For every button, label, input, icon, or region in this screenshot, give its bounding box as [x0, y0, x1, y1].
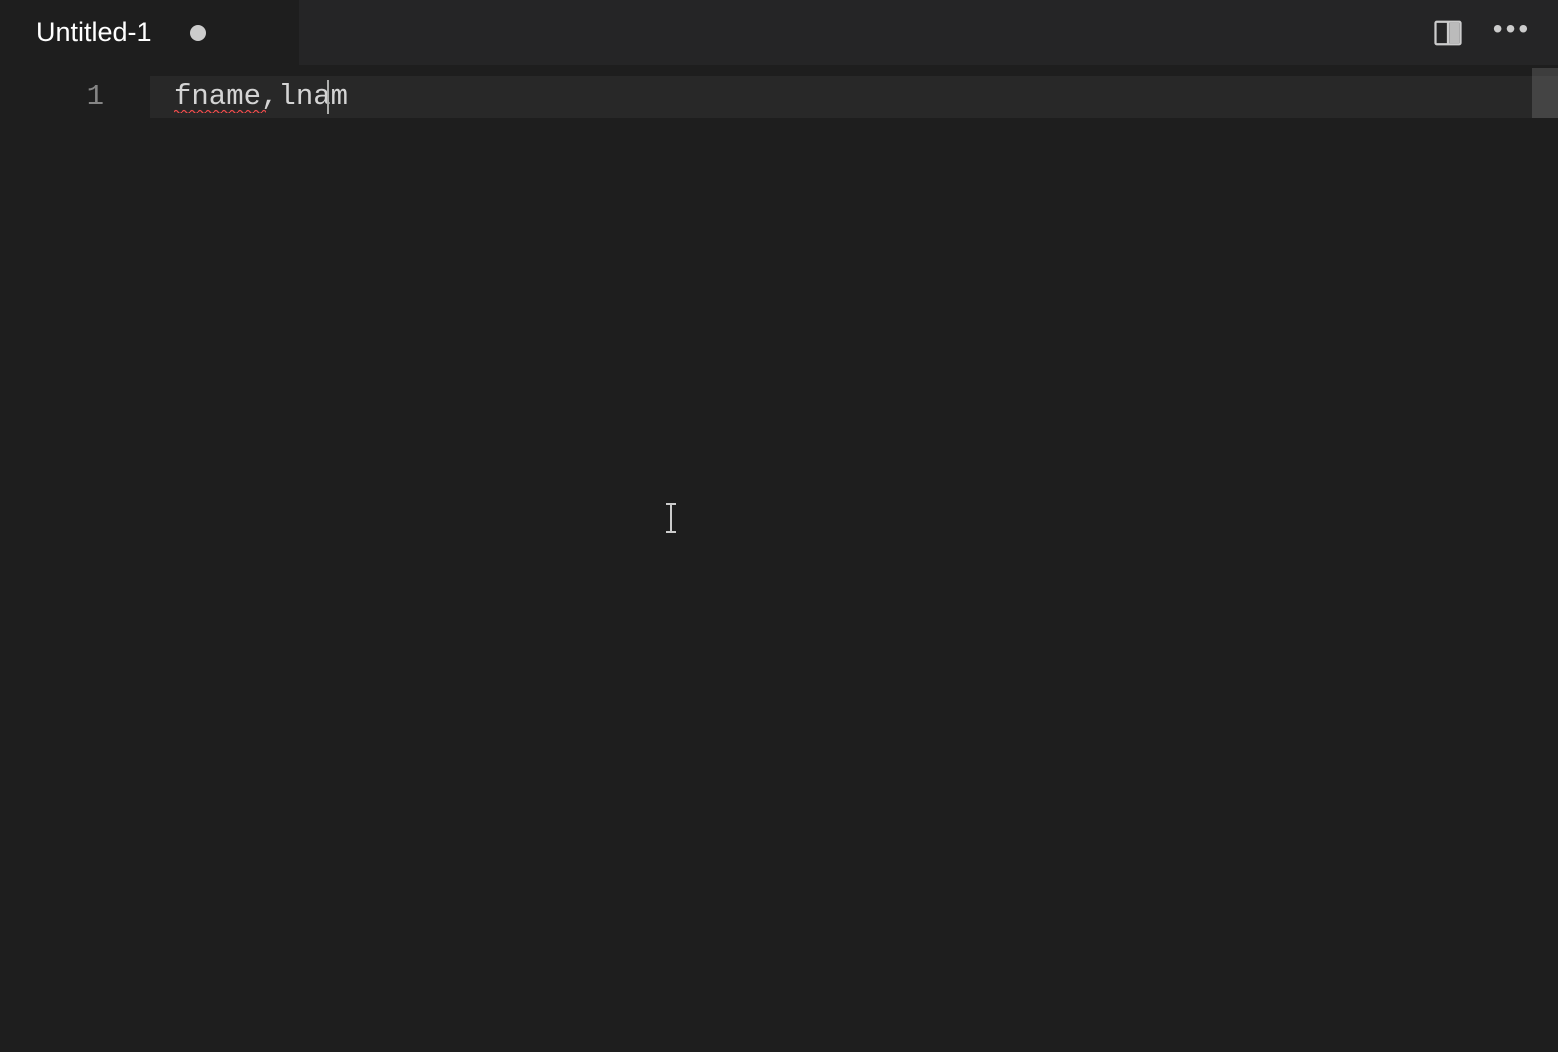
code-content[interactable]: fname,lnam	[150, 66, 1558, 1050]
split-editor-icon[interactable]	[1430, 15, 1466, 51]
unsaved-dot-icon[interactable]	[190, 25, 206, 41]
editor-tab[interactable]: Untitled-1	[0, 0, 300, 65]
tab-label: Untitled-1	[36, 17, 152, 48]
error-squiggly-icon	[174, 109, 266, 113]
more-actions-icon[interactable]: •••	[1494, 15, 1530, 51]
scrollbar-thumb[interactable]	[1532, 68, 1558, 118]
editor-area[interactable]: 1 fname,lnam	[0, 66, 1558, 1050]
tab-bar: Untitled-1 •••	[0, 0, 1558, 66]
line-number-gutter: 1	[0, 66, 150, 1050]
vertical-scrollbar[interactable]	[1532, 68, 1558, 1052]
tab-bar-spacer	[300, 0, 1402, 65]
code-line[interactable]: fname,lnam	[150, 76, 1558, 118]
i-beam-cursor-icon	[670, 504, 672, 532]
tab-actions: •••	[1402, 0, 1558, 65]
line-number: 1	[0, 76, 150, 118]
text-caret	[327, 80, 329, 114]
